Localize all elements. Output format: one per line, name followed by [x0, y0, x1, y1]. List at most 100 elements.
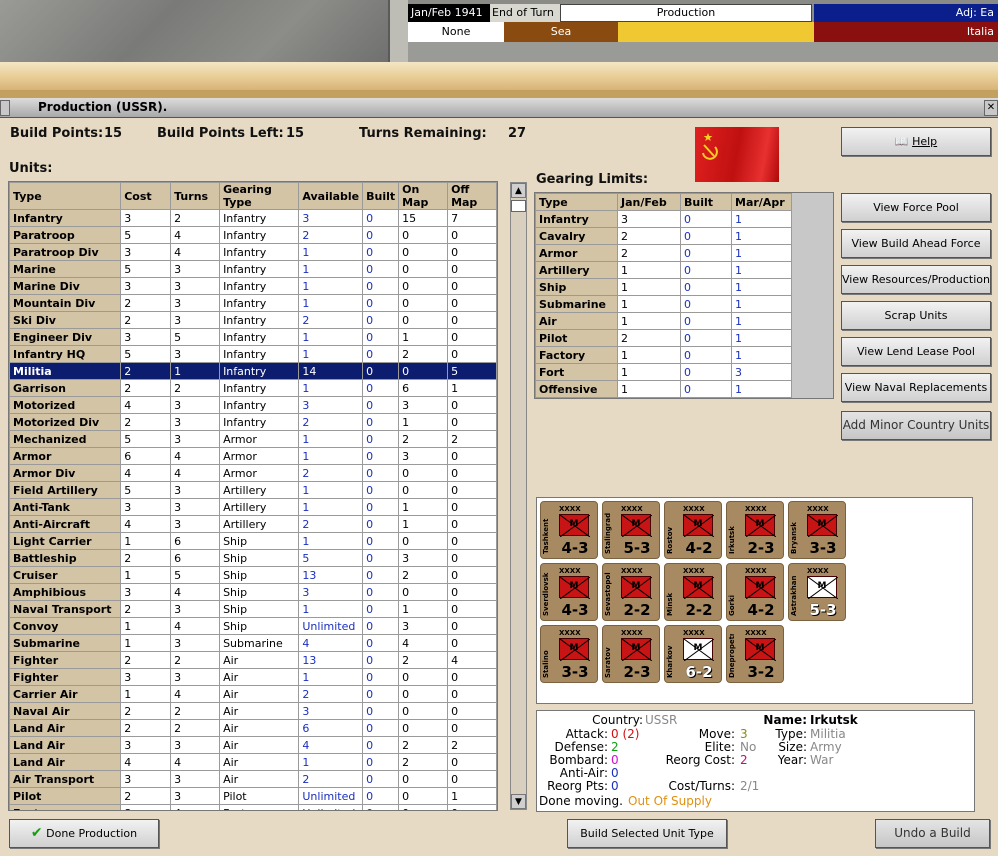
undo-build-button[interactable]: Undo a Build	[875, 819, 990, 848]
counter-stats: 4-3	[561, 539, 589, 557]
unit-row[interactable]: Air Transport 3 3 Air 2 0 0 0	[9, 770, 497, 788]
unit-counter[interactable]: XXXX M Minsk 2-2	[664, 563, 722, 621]
scroll-down-icon[interactable]: ▼	[511, 794, 526, 809]
unit-counter[interactable]: XXXX M Sverdlovsk 4-3	[540, 563, 598, 621]
unit-row[interactable]: Convoy 1 4 Ship Unlimited 0 3 0	[9, 617, 497, 635]
unit-row[interactable]: Battleship 2 6 Ship 5 0 3 0	[9, 549, 497, 567]
unit-row[interactable]: Light Carrier 1 6 Ship 1 0 0 0	[9, 532, 497, 550]
unit-counter[interactable]: XXXX M Rostov 4-2	[664, 501, 722, 559]
unit-row[interactable]: Submarine 1 3 Submarine 4 0 4 0	[9, 634, 497, 652]
unit-row[interactable]: Amphibious 3 4 Ship 3 0 0 0	[9, 583, 497, 601]
unit-row[interactable]: Mountain Div 2 3 Infantry 1 0 0 0	[9, 294, 497, 312]
view-lend-lease-button[interactable]: View Lend Lease Pool	[841, 337, 991, 366]
unit-row[interactable]: Infantry HQ 5 3 Infantry 1 0 2 0	[9, 345, 497, 363]
unit-counter[interactable]: XXXX M Kharkov 6-2	[664, 625, 722, 683]
unit-row[interactable]: Motorized 4 3 Infantry 3 0 3 0	[9, 396, 497, 414]
unit-row[interactable]: Militia 2 1 Infantry 14 0 0 5	[9, 362, 497, 380]
unit-row[interactable]: Naval Air 2 2 Air 3 0 0 0	[9, 702, 497, 720]
unit-counter[interactable]: XXXX M Bryansk 3-3	[788, 501, 846, 559]
unit-cell: Militia	[9, 362, 122, 380]
add-minor-country-units-button[interactable]: Add Minor Country Units	[841, 411, 991, 440]
unit-row[interactable]: Garrison 2 2 Infantry 1 0 6 1	[9, 379, 497, 397]
unit-counter[interactable]: XXXX M Tashkent 4-3	[540, 501, 598, 559]
unit-row[interactable]: Ski Div 2 3 Infantry 2 0 0 0	[9, 311, 497, 329]
year-label: Year:	[777, 753, 807, 767]
unit-row[interactable]: Factory84FactoryUnlimited000	[9, 804, 497, 810]
counter-size: XXXX	[621, 567, 643, 575]
unit-row[interactable]: Motorized Div 2 3 Infantry 2 0 1 0	[9, 413, 497, 431]
view-build-ahead-button[interactable]: View Build Ahead Force Pool	[841, 229, 991, 277]
unit-row[interactable]: Marine Div 3 3 Infantry 1 0 0 0	[9, 277, 497, 295]
unit-counter[interactable]: XXXX M Dnepropetr. 3-2	[726, 625, 784, 683]
unit-counter[interactable]: XXXX M Astrakhan 5-3	[788, 563, 846, 621]
unit-counter[interactable]: XXXX M Stalino 3-3	[540, 625, 598, 683]
gearing-cell: 1	[731, 295, 792, 313]
bombard-label: Bombard:	[549, 753, 608, 767]
help-button[interactable]: 📖 Help	[841, 127, 991, 156]
build-selected-unit-type-button[interactable]: Build Selected Unit Type	[567, 819, 727, 848]
unit-counter[interactable]: XXXX M Gorki 4-2	[726, 563, 784, 621]
unit-row[interactable]: Naval Transport 2 3 Ship 1 0 1 0	[9, 600, 497, 618]
unit-row[interactable]: Anti-Tank 3 3 Artillery 1 0 1 0	[9, 498, 497, 516]
scrap-units-button[interactable]: Scrap Units	[841, 301, 991, 330]
unit-row[interactable]: Engineer Div 3 5 Infantry 1 0 1 0	[9, 328, 497, 346]
gearing-cell: 3	[731, 363, 792, 381]
units-scrollbar[interactable]	[510, 182, 527, 810]
gearing-cell: 0	[680, 227, 732, 245]
close-button[interactable]: ✕	[984, 100, 998, 116]
window-menu-button[interactable]	[0, 100, 10, 116]
units-col-header[interactable]: On Map	[398, 182, 449, 210]
unit-cell: 0	[362, 515, 400, 533]
unit-cell: 0	[362, 583, 400, 601]
unit-row[interactable]: Pilot 2 3 Pilot Unlimited 0 0 1	[9, 787, 497, 805]
unit-cell: 5	[120, 430, 172, 448]
unit-cell: Infantry	[219, 362, 300, 380]
unit-row[interactable]: Infantry 3 2 Infantry 3 0 15 7	[9, 209, 497, 227]
units-col-header[interactable]: Type	[9, 182, 122, 210]
units-col-header[interactable]: Turns	[170, 182, 221, 210]
unit-row[interactable]: Cruiser 1 5 Ship 13 0 2 0	[9, 566, 497, 584]
gearing-cell: 1	[731, 244, 792, 262]
unit-row[interactable]: Fighter 3 3 Air 1 0 0 0	[9, 668, 497, 686]
unit-row[interactable]: Carrier Air 1 4 Air 2 0 0 0	[9, 685, 497, 703]
units-col-header[interactable]: Off Map	[447, 182, 497, 210]
view-force-pool-button[interactable]: View Force Pool	[841, 193, 991, 222]
done-production-button[interactable]: ✔ Done Production	[9, 819, 159, 848]
adjacent-info: Adj: Ea	[814, 4, 998, 22]
units-col-header[interactable]: Available	[298, 182, 364, 210]
unit-cell: 1	[298, 260, 364, 278]
units-col-header[interactable]: Built	[362, 182, 400, 210]
unit-row[interactable]: Land Air 4 4 Air 1 0 2 0	[9, 753, 497, 771]
unit-row[interactable]: Armor 6 4 Armor 1 0 3 0	[9, 447, 497, 465]
scrollbar-thumb[interactable]	[511, 200, 526, 212]
unit-row[interactable]: Paratroop Div 3 4 Infantry 1 0 0 0	[9, 243, 497, 261]
gearing-label: Gearing Limits:	[536, 172, 649, 187]
view-naval-replacements-button[interactable]: View Naval Replacements	[841, 373, 991, 402]
unit-counter[interactable]: XXXX M Irkutsk 2-3	[726, 501, 784, 559]
unit-row[interactable]: Paratroop 5 4 Infantry 2 0 0 0	[9, 226, 497, 244]
unit-row[interactable]: Field Artillery 5 3 Artillery 1 0 0 0	[9, 481, 497, 499]
gearing-cell: Factory	[535, 346, 618, 364]
weather-none: None	[408, 22, 504, 42]
units-col-header[interactable]: Cost	[120, 182, 172, 210]
unit-counter[interactable]: XXXX M Sevastopol 2-2	[602, 563, 660, 621]
unit-row[interactable]: Land Air 3 3 Air 4 0 2 2	[9, 736, 497, 754]
unit-cell: 1	[398, 328, 449, 346]
unit-row[interactable]: Fighter 2 2 Air 13 0 2 4	[9, 651, 497, 669]
unit-cell: 4	[447, 651, 497, 669]
units-col-header[interactable]: Gearing Type	[219, 182, 300, 210]
counter-name: Stalino	[542, 650, 550, 678]
scroll-up-icon[interactable]: ▲	[511, 183, 526, 198]
unit-counter[interactable]: XXXX M Saratov 2-3	[602, 625, 660, 683]
unit-row[interactable]: Anti-Aircraft 4 3 Artillery 2 0 1 0	[9, 515, 497, 533]
unit-cell: 3	[170, 413, 221, 431]
unit-row[interactable]: Armor Div 4 4 Armor 2 0 0 0	[9, 464, 497, 482]
unit-counter[interactable]: XXXX M Stalingrad 5-3	[602, 501, 660, 559]
unit-row[interactable]: Land Air 2 2 Air 6 0 0 0	[9, 719, 497, 737]
unit-row[interactable]: Marine 5 3 Infantry 1 0 0 0	[9, 260, 497, 278]
unit-cell: Factory	[9, 804, 122, 810]
view-resources-button[interactable]: View Resources/Production	[841, 265, 991, 294]
unit-cell: Armor	[219, 430, 300, 448]
unit-row[interactable]: Mechanized 5 3 Armor 1 0 2 2	[9, 430, 497, 448]
gearing-cell: 1	[731, 380, 792, 398]
